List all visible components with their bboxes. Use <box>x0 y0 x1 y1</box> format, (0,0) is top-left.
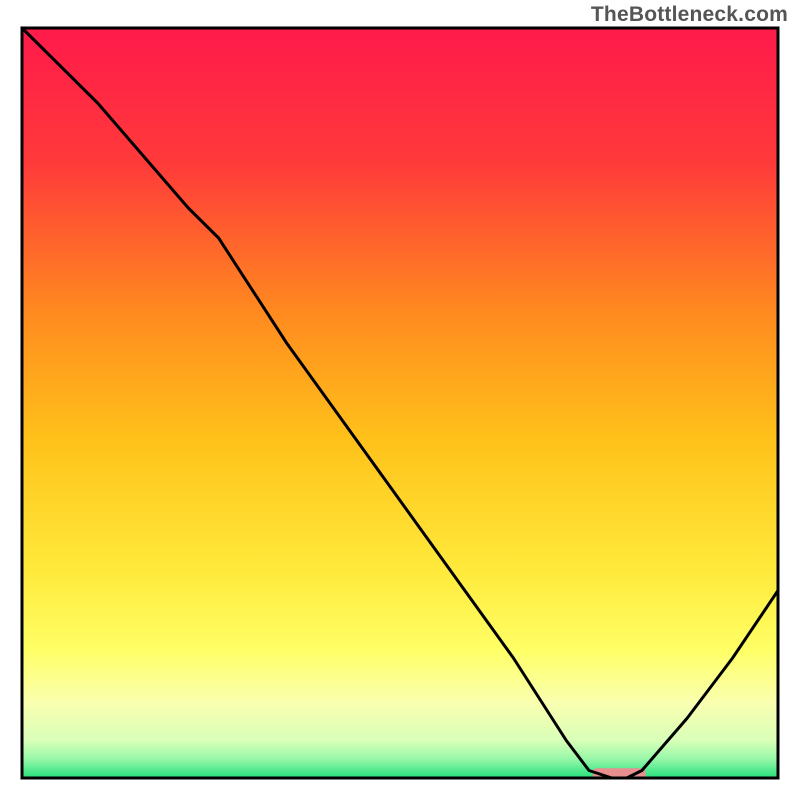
plot-background <box>22 28 778 778</box>
watermark-text: TheBottleneck.com <box>591 3 788 27</box>
chart-container: TheBottleneck.com <box>0 0 800 800</box>
bottleneck-chart <box>0 0 800 800</box>
